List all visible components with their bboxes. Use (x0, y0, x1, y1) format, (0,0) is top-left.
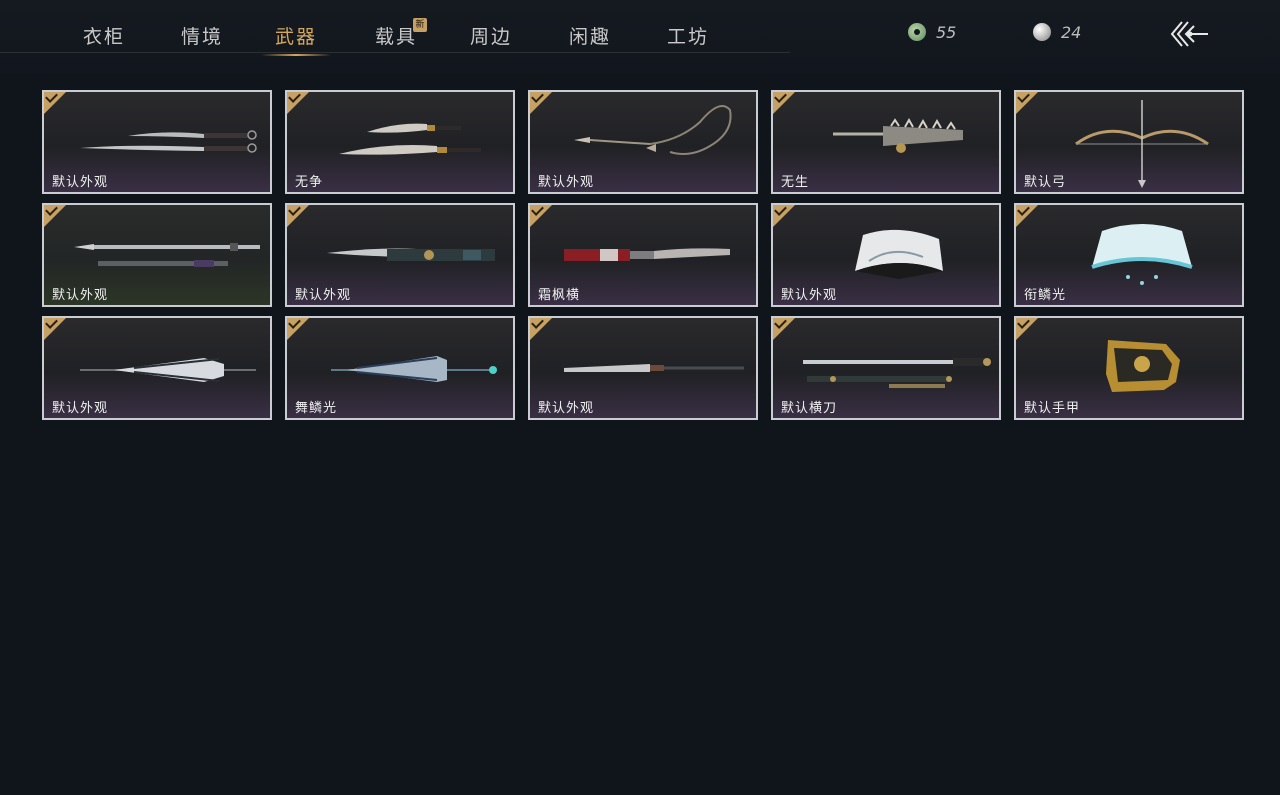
item-card[interactable]: 无争 (285, 90, 515, 194)
item-card[interactable]: 默认外观 (42, 316, 272, 420)
item-card[interactable]: 默认横刀 (771, 316, 1001, 420)
tab-leisure[interactable]: 闲趣 (569, 22, 611, 49)
item-card[interactable]: 默认外观 (285, 203, 515, 307)
item-label: 舞鳞光 (295, 401, 338, 416)
item-card[interactable]: 默认外观 (528, 316, 758, 420)
item-label: 默认弓 (1024, 175, 1067, 190)
top-bar: 衣柜 情境 武器 载具 新 周边 闲趣 工坊 55 24 (0, 0, 1280, 74)
item-card[interactable]: 默认外观 (771, 203, 1001, 307)
item-card[interactable]: 默认外观 (42, 203, 272, 307)
item-label: 默认外观 (52, 288, 109, 303)
tab-accessories[interactable]: 周边 (470, 22, 512, 49)
item-card[interactable]: 默认弓 (1014, 90, 1244, 194)
back-arrow-icon (1170, 21, 1208, 47)
pearl-currency: 24 (1033, 20, 1081, 44)
jade-coin-icon (908, 23, 926, 41)
pearl-count: 24 (1061, 22, 1082, 42)
item-label: 霜枫横 (538, 288, 581, 303)
new-badge: 新 (413, 18, 427, 32)
tab-scene[interactable]: 情境 (181, 22, 223, 49)
item-label: 默认外观 (538, 175, 595, 190)
item-label: 默认外观 (52, 401, 109, 416)
item-card[interactable]: 默认外观 (42, 90, 272, 194)
item-card[interactable]: 霜枫横 (528, 203, 758, 307)
back-button[interactable] (1166, 18, 1210, 50)
item-card[interactable]: 默认外观 (528, 90, 758, 194)
item-label: 默认横刀 (781, 401, 838, 416)
item-card[interactable]: 默认手甲 (1014, 316, 1244, 420)
item-card[interactable]: 舞鳞光 (285, 316, 515, 420)
item-label: 默认外观 (295, 288, 352, 303)
category-tabs: 衣柜 情境 武器 载具 新 周边 闲趣 工坊 (0, 0, 790, 56)
item-label: 衔鳞光 (1024, 288, 1067, 303)
item-card[interactable]: 衔鳞光 (1014, 203, 1244, 307)
item-label: 默认外观 (538, 401, 595, 416)
item-label: 无争 (295, 175, 324, 190)
item-card[interactable]: 无生 (771, 90, 1001, 194)
item-label: 默认外观 (781, 288, 838, 303)
pearl-icon (1033, 23, 1051, 41)
tab-workshop[interactable]: 工坊 (667, 22, 709, 49)
jade-count: 55 (936, 22, 957, 42)
item-label: 默认手甲 (1024, 401, 1081, 416)
item-label: 无生 (781, 175, 810, 190)
tab-weapons[interactable]: 武器 (260, 22, 332, 56)
tab-mounts[interactable]: 载具 新 (375, 18, 427, 49)
tab-wardrobe[interactable]: 衣柜 (83, 22, 125, 49)
jade-currency: 55 (908, 20, 956, 44)
item-label: 默认外观 (52, 175, 109, 190)
